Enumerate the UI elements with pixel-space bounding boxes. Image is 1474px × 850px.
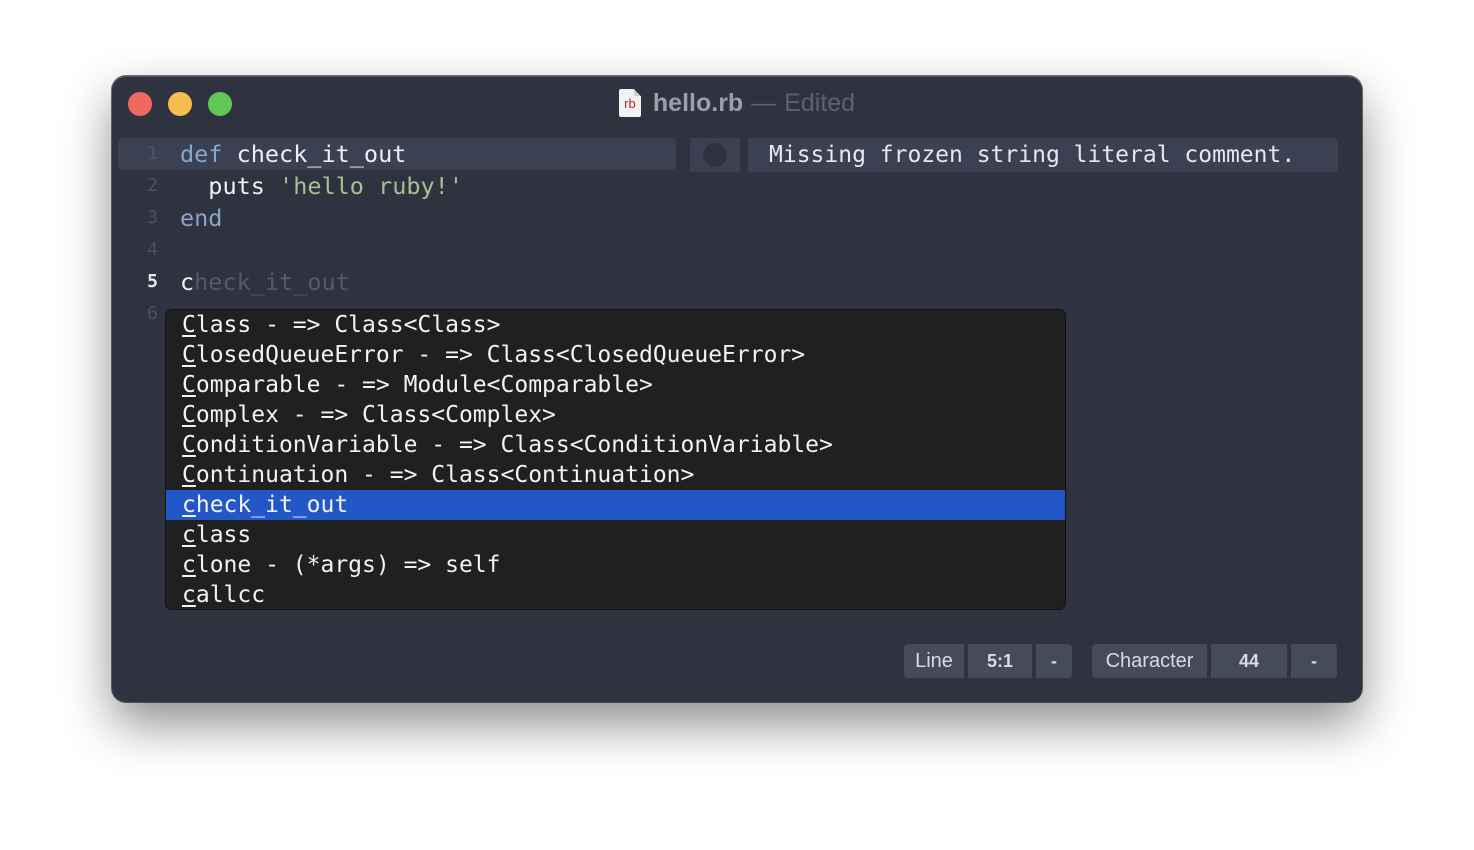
completion-match-char: C xyxy=(182,372,196,398)
code-text: puts 'hello ruby!' xyxy=(180,170,463,202)
completion-item[interactable]: class xyxy=(166,520,1065,550)
document-status: Edited xyxy=(784,88,856,117)
code-text: def check_it_out xyxy=(180,138,406,170)
code-token-kw: end xyxy=(180,204,223,232)
character-extra[interactable]: - xyxy=(1291,644,1337,678)
completion-match-char: C xyxy=(182,432,196,458)
line-number: 3 xyxy=(147,207,158,228)
completion-match-char: c xyxy=(182,522,196,548)
window-title: rb hello.rb — Edited xyxy=(112,86,1362,120)
code-token-ghost: heck_it_out xyxy=(194,268,350,296)
line-number: 1 xyxy=(147,143,158,164)
document-name: hello.rb xyxy=(652,88,744,117)
diagnostic-dot-icon xyxy=(703,143,727,167)
completion-match-char: C xyxy=(182,402,196,428)
code-line[interactable]: 1 def check_it_out xyxy=(118,138,676,170)
code-token-str: 'hello ruby!' xyxy=(279,172,463,200)
completion-item[interactable]: ClosedQueueError - => Class<ClosedQueueE… xyxy=(166,340,1065,370)
completion-item[interactable]: Comparable - => Module<Comparable> xyxy=(166,370,1065,400)
completion-match-char: c xyxy=(182,552,196,578)
diagnostic-message: Missing frozen string literal comment. xyxy=(748,138,1338,172)
completion-item[interactable]: callcc xyxy=(166,580,1065,609)
completion-item-text: lone - (*args) => self xyxy=(195,552,501,578)
completion-item-text: omplex - => Class<Complex> xyxy=(195,402,556,428)
ruby-file-icon: rb xyxy=(618,89,641,117)
completion-match-char: C xyxy=(182,462,196,488)
completion-item-text: omparable - => Module<Comparable> xyxy=(195,372,653,398)
code-token-ident: check_it_out xyxy=(222,140,407,168)
character-status-group: Character 44 - xyxy=(1092,644,1337,678)
completion-item[interactable]: check_it_out xyxy=(166,490,1065,520)
completion-popup[interactable]: Class - => Class<Class> ClosedQueueError … xyxy=(165,309,1066,610)
code-line[interactable]: 2 puts 'hello ruby!' xyxy=(118,170,1356,202)
code-line[interactable]: 3 end xyxy=(118,202,1356,234)
line-value[interactable]: 5:1 xyxy=(968,644,1032,678)
completion-match-char: C xyxy=(182,312,196,338)
completion-item-text: lass - => Class<Class> xyxy=(195,312,501,338)
line-extra[interactable]: - xyxy=(1036,644,1072,678)
completion-item-text: heck_it_out xyxy=(195,492,349,518)
title-separator: — xyxy=(751,88,777,117)
code-text: check_it_out xyxy=(180,266,350,298)
code-line[interactable]: 4 xyxy=(118,234,1356,266)
completion-item[interactable]: clone - (*args) => self xyxy=(166,550,1065,580)
line-number: 5 xyxy=(147,271,158,292)
completion-item-text: lass xyxy=(195,522,252,548)
character-label: Character xyxy=(1092,644,1207,678)
completion-item-text: losedQueueError - => Class<ClosedQueueEr… xyxy=(195,342,806,368)
line-number: 4 xyxy=(147,239,158,260)
code-token-kw: def xyxy=(180,140,223,168)
line-number: 2 xyxy=(147,175,158,196)
character-value[interactable]: 44 xyxy=(1211,644,1287,678)
line-number: 6 xyxy=(147,303,158,324)
code-text: end xyxy=(180,202,222,234)
code-line[interactable]: 5 check_it_out xyxy=(118,266,1356,298)
diagnostic-marker xyxy=(690,138,740,172)
completion-item[interactable]: Complex - => Class<Complex> xyxy=(166,400,1065,430)
editor-window: rb hello.rb — Edited 1 def check_it_out 2 … xyxy=(112,76,1362,702)
code-token-ident: puts xyxy=(180,172,280,200)
file-icon-label: rb xyxy=(624,95,636,111)
completion-match-char: C xyxy=(182,342,196,368)
line-status-group: Line 5:1 - xyxy=(904,644,1072,678)
completion-item[interactable]: Continuation - => Class<Continuation> xyxy=(166,460,1065,490)
code-token-ident: c xyxy=(180,268,195,296)
completion-item[interactable]: Class - => Class<Class> xyxy=(166,310,1065,340)
line-label: Line xyxy=(904,644,964,678)
completion-match-char: c xyxy=(182,582,196,608)
completion-match-char: c xyxy=(182,492,196,518)
completion-item-text: ontinuation - => Class<Continuation> xyxy=(195,462,695,488)
completion-item-text: allcc xyxy=(195,582,266,608)
completion-item-text: onditionVariable - => Class<ConditionVar… xyxy=(195,432,833,458)
completion-item[interactable]: ConditionVariable - => Class<ConditionVa… xyxy=(166,430,1065,460)
